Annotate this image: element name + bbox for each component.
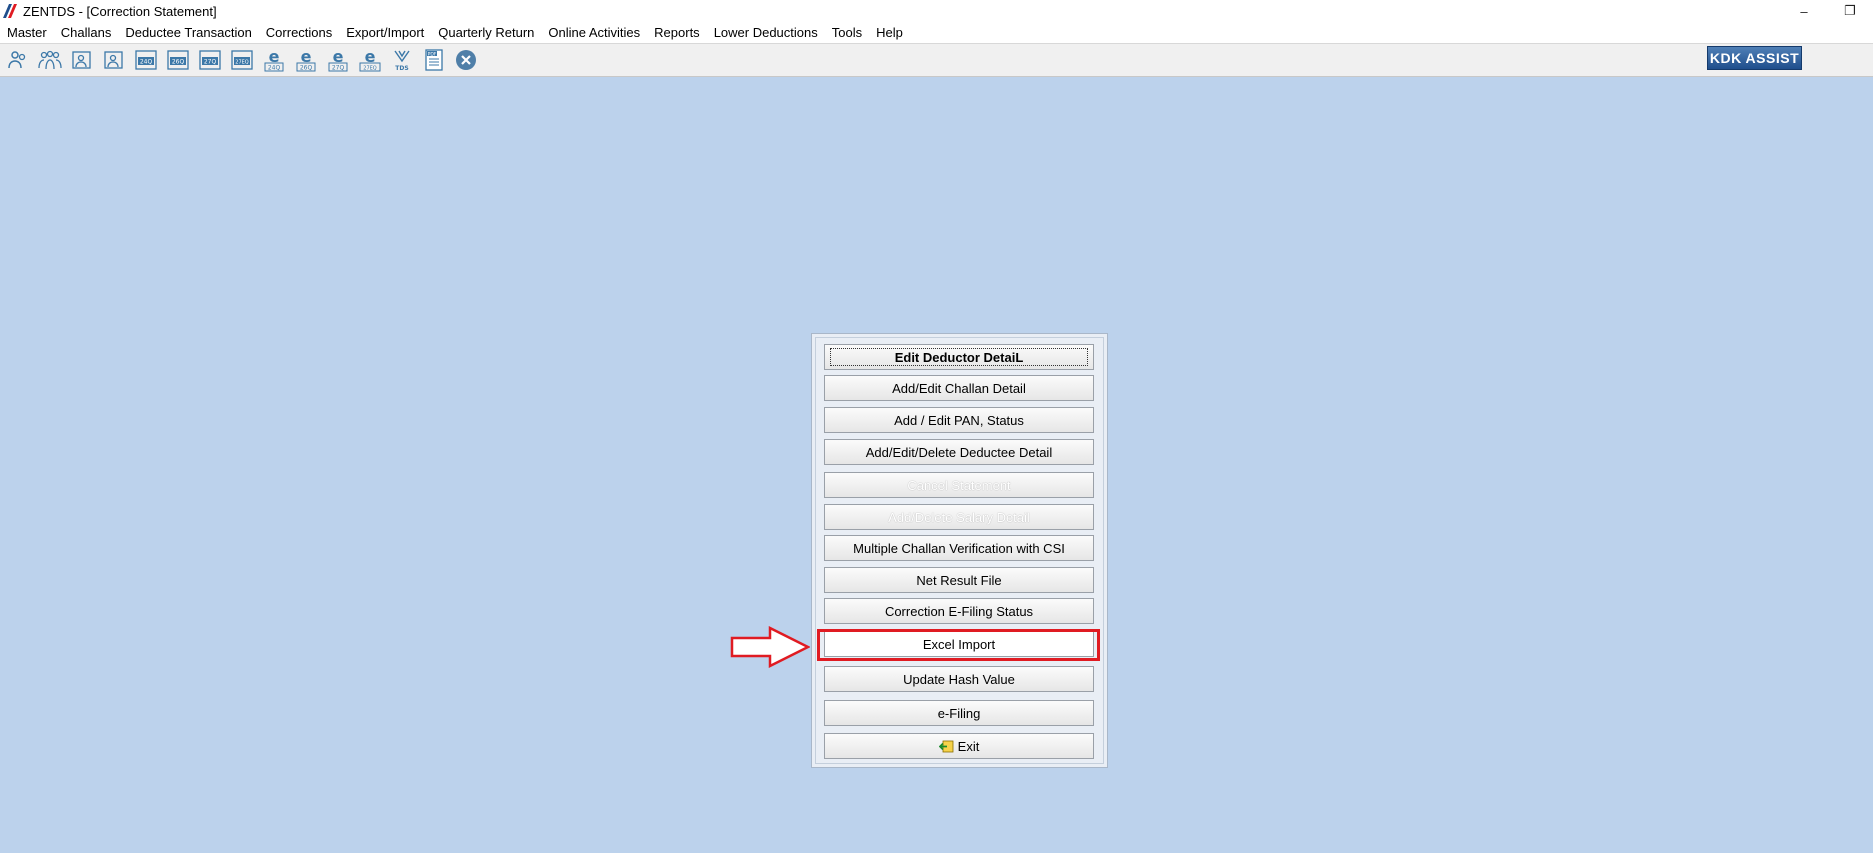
form-24q-icon[interactable]: 24Q xyxy=(132,47,159,74)
efile-26q-label: 26Q xyxy=(299,65,312,72)
efile-24q-icon[interactable]: e 24Q xyxy=(260,47,287,74)
employee-icon[interactable] xyxy=(68,47,95,74)
restore-button[interactable]: ❐ xyxy=(1827,0,1873,22)
form-27eq-label: 27EQ xyxy=(235,60,249,66)
menu-master[interactable]: Master xyxy=(0,22,54,43)
menu-reports[interactable]: Reports xyxy=(647,22,707,43)
update-hash-value-button[interactable]: Update Hash Value xyxy=(824,666,1094,692)
efile-24q-label: 24Q xyxy=(267,65,280,72)
deductor-icon[interactable] xyxy=(4,47,31,74)
tds-label: TDS xyxy=(395,65,408,72)
correction-efiling-status-button[interactable]: Correction E-Filing Status xyxy=(824,598,1094,624)
menu-help[interactable]: Help xyxy=(869,22,910,43)
close-icon[interactable] xyxy=(452,47,479,74)
net-result-file-button[interactable]: Net Result File xyxy=(824,567,1094,593)
menu-online-activities[interactable]: Online Activities xyxy=(541,22,647,43)
pdf-document-icon[interactable]: PDF xyxy=(420,47,447,74)
menu-challans[interactable]: Challans xyxy=(54,22,119,43)
pdf-label: PDF xyxy=(427,51,436,57)
menu-export-import[interactable]: Export/Import xyxy=(339,22,431,43)
toolbar: 24Q 26Q 27Q 27EQ e 24Q e 26Q e 27Q e 27EQ TD… xyxy=(0,44,1873,77)
menu-quarterly-return[interactable]: Quarterly Return xyxy=(431,22,541,43)
form-24q-label: 24Q xyxy=(139,59,152,66)
multiple-challan-verification-button[interactable]: Multiple Challan Verification with CSI xyxy=(824,535,1094,561)
add-edit-challan-detail-button[interactable]: Add/Edit Challan Detail xyxy=(824,375,1094,401)
focus-rectangle xyxy=(830,348,1088,366)
deductees-icon[interactable] xyxy=(36,47,63,74)
correction-menu-panel: Edit Deductor DetaiL Add/Edit Challan De… xyxy=(811,333,1108,768)
form-27q-label: 27Q xyxy=(203,59,216,66)
efile-27eq-icon[interactable]: e 27EQ xyxy=(356,47,383,74)
exit-label: Exit xyxy=(957,738,980,754)
employee-2-icon[interactable] xyxy=(100,47,127,74)
e-filing-button[interactable]: e-Filing xyxy=(824,700,1094,726)
add-edit-delete-deductee-detail-button[interactable]: Add/Edit/Delete Deductee Detail xyxy=(824,439,1094,465)
window-title: ZENTDS - [Correction Statement] xyxy=(23,3,217,19)
cancel-statement-button: Cancel Statement xyxy=(824,472,1094,498)
efile-27q-label: 27Q xyxy=(331,65,344,72)
efile-27q-icon[interactable]: e 27Q xyxy=(324,47,351,74)
form-27q-icon[interactable]: 27Q xyxy=(196,47,223,74)
highlight-frame xyxy=(817,629,1100,661)
edit-deductor-detail-button[interactable]: Edit Deductor DetaiL xyxy=(824,344,1094,370)
tds-icon[interactable]: TDS xyxy=(388,47,415,74)
efile-26q-icon[interactable]: e 26Q xyxy=(292,47,319,74)
efile-27eq-label: 27EQ xyxy=(363,66,377,72)
menu-deductee-transaction[interactable]: Deductee Transaction xyxy=(118,22,258,43)
minimize-button[interactable]: – xyxy=(1781,0,1827,22)
exit-button[interactable]: Exit xyxy=(824,733,1094,759)
title-bar: ZENTDS - [Correction Statement] – ❐ xyxy=(0,0,1873,22)
add-delete-salary-detail-button: Add/Delete Salary Detail xyxy=(824,504,1094,530)
form-26q-icon[interactable]: 26Q xyxy=(164,47,191,74)
menu-lower-deductions[interactable]: Lower Deductions xyxy=(707,22,825,43)
menu-bar: Master Challans Deductee Transaction Cor… xyxy=(0,22,1873,44)
form-26q-label: 26Q xyxy=(171,59,184,66)
exit-icon xyxy=(938,740,954,752)
menu-corrections[interactable]: Corrections xyxy=(259,22,339,43)
app-logo-icon xyxy=(3,4,17,18)
pointer-arrow-icon xyxy=(730,626,810,668)
menu-tools[interactable]: Tools xyxy=(825,22,869,43)
add-edit-pan-status-button[interactable]: Add / Edit PAN, Status xyxy=(824,407,1094,433)
kdk-assist-button[interactable]: KDK ASSIST xyxy=(1707,46,1802,70)
form-27eq-icon[interactable]: 27EQ xyxy=(228,47,255,74)
